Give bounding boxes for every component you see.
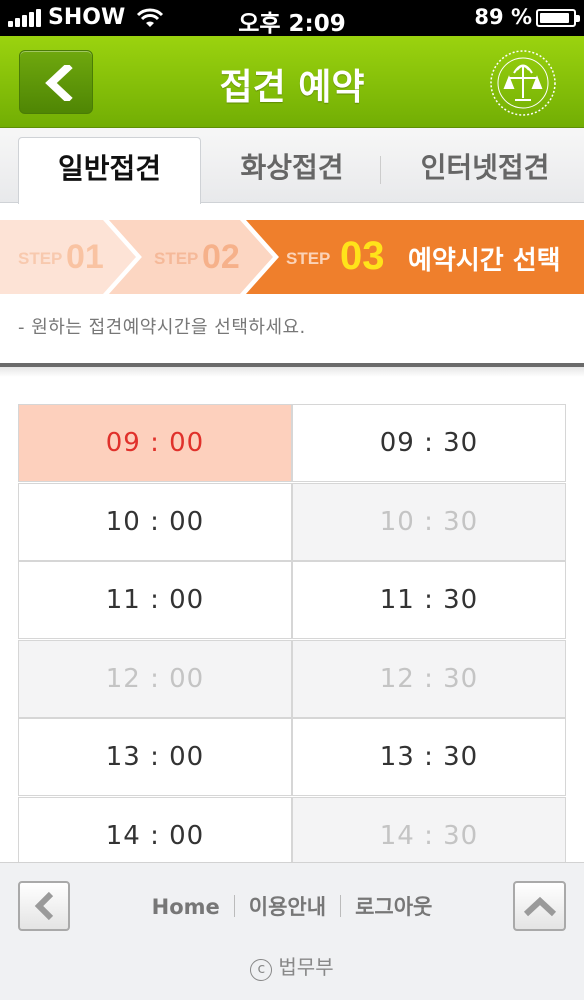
step-3-label: STEP bbox=[286, 249, 331, 268]
step-2-number: 02 bbox=[202, 238, 240, 276]
time-slot[interactable]: 11 : 00 bbox=[18, 561, 292, 639]
battery-icon bbox=[536, 9, 580, 27]
footer-link-guide[interactable]: 이용안내 bbox=[249, 895, 326, 919]
step-progress-banner: STEP 01 STEP 02 STEP 03 예약시간 선택 bbox=[0, 220, 584, 294]
time-slot[interactable]: 13 : 00 bbox=[18, 718, 292, 796]
chevron-up-icon bbox=[523, 896, 557, 917]
time-slot: 10 : 30 bbox=[292, 482, 566, 561]
time-slot[interactable]: 09 : 00 bbox=[18, 404, 292, 482]
step-3-number: 03 bbox=[340, 234, 385, 278]
tab-general-visit[interactable]: 일반접견 bbox=[18, 137, 201, 204]
copyright-text: 법무부 bbox=[278, 955, 334, 979]
ministry-emblem-icon bbox=[490, 50, 556, 116]
app-header: 접견 예약 bbox=[0, 36, 584, 128]
footer-link-home[interactable]: Home bbox=[152, 895, 220, 919]
tab-divider bbox=[380, 156, 381, 184]
scroll-top-button[interactable] bbox=[513, 881, 566, 931]
step-1-number: 01 bbox=[66, 238, 104, 276]
footer-links: Home 이용안내 로그아웃 bbox=[0, 891, 584, 921]
status-bar: SHOW 오후 2:09 89 % bbox=[0, 0, 584, 37]
battery-percent: 89 % bbox=[474, 5, 532, 29]
step-3-title: 예약시간 선택 bbox=[408, 246, 561, 276]
copyright: c 법무부 bbox=[0, 951, 584, 981]
footer-link-logout[interactable]: 로그아웃 bbox=[355, 895, 432, 919]
step-1-label: STEP bbox=[18, 249, 63, 268]
tab-video-visit[interactable]: 화상접견 bbox=[206, 137, 378, 203]
time-slot[interactable]: 10 : 00 bbox=[18, 482, 292, 561]
instruction-text: - 원하는 접견예약시간을 선택하세요. bbox=[18, 317, 306, 338]
tab-internet-visit[interactable]: 인터넷접견 bbox=[386, 137, 584, 203]
time-slot[interactable]: 11 : 30 bbox=[292, 561, 566, 639]
time-slot[interactable]: 09 : 30 bbox=[292, 404, 566, 482]
time-slot[interactable]: 13 : 30 bbox=[292, 718, 566, 796]
copyright-icon: c bbox=[250, 959, 273, 981]
visit-type-tabs: 일반접견 화상접견 인터넷접견 bbox=[0, 128, 584, 204]
time-slot: 12 : 30 bbox=[292, 639, 566, 718]
time-slot: 12 : 00 bbox=[18, 639, 292, 718]
footer: Home 이용안내 로그아웃 c 법무부 bbox=[0, 862, 584, 1000]
step-2-label: STEP bbox=[154, 249, 199, 268]
